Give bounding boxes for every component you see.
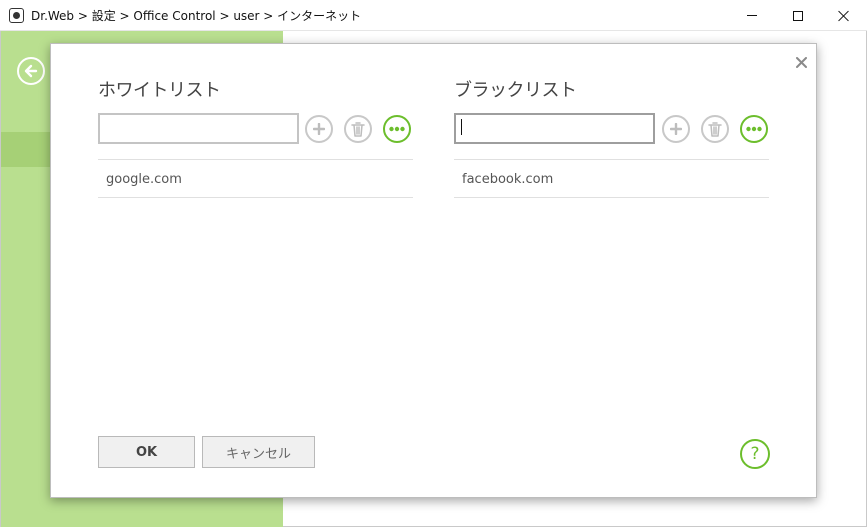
- blacklist-input-wrapper: [454, 113, 656, 144]
- plus-icon: [313, 123, 325, 135]
- whitelist-more-button[interactable]: [383, 115, 411, 143]
- blacklist-divider: [454, 197, 769, 198]
- question-icon: ?: [750, 444, 760, 464]
- ellipsis-icon: [389, 126, 405, 132]
- close-icon: [838, 10, 850, 22]
- blacklist-input[interactable]: [454, 113, 655, 144]
- ok-button[interactable]: OK: [98, 436, 195, 468]
- back-button[interactable]: [17, 57, 45, 85]
- plus-icon: [670, 123, 682, 135]
- minimize-button[interactable]: [729, 0, 775, 31]
- text-caret: [461, 119, 462, 135]
- dr-web-logo-icon: [9, 8, 24, 23]
- ellipsis-icon: [746, 126, 762, 132]
- window-title: Dr.Web > 設定 > Office Control > user > イン…: [31, 9, 362, 23]
- blacklist-divider: [454, 159, 769, 160]
- blacklist-item[interactable]: facebook.com: [462, 172, 553, 187]
- whitelist-input[interactable]: [98, 113, 299, 144]
- whitelist-add-button[interactable]: [305, 115, 333, 143]
- blacklist-delete-button[interactable]: [701, 115, 729, 143]
- maximize-button[interactable]: [775, 0, 821, 31]
- cancel-button[interactable]: キャンセル: [202, 436, 315, 468]
- close-icon: [795, 56, 807, 68]
- back-arrow-icon: [24, 64, 38, 78]
- list-dialog: ホワイトリスト google.com ブラックリスト facebook.com …: [50, 43, 817, 498]
- whitelist-divider: [98, 159, 413, 160]
- blacklist-title: ブラックリスト: [454, 80, 577, 101]
- blacklist-more-button[interactable]: [740, 115, 768, 143]
- trash-icon: [708, 121, 722, 137]
- blacklist-add-button[interactable]: [662, 115, 690, 143]
- whitelist-divider: [98, 197, 413, 198]
- dialog-close-button[interactable]: [793, 54, 809, 70]
- title-bar: Dr.Web > 設定 > Office Control > user > イン…: [0, 0, 867, 31]
- whitelist-delete-button[interactable]: [344, 115, 372, 143]
- maximize-icon: [793, 10, 803, 21]
- trash-icon: [351, 121, 365, 137]
- whitelist-item[interactable]: google.com: [106, 172, 182, 187]
- minimize-icon: [747, 15, 757, 16]
- help-button[interactable]: ?: [740, 439, 770, 469]
- whitelist-title: ホワイトリスト: [98, 80, 221, 101]
- window-close-button[interactable]: [821, 0, 867, 31]
